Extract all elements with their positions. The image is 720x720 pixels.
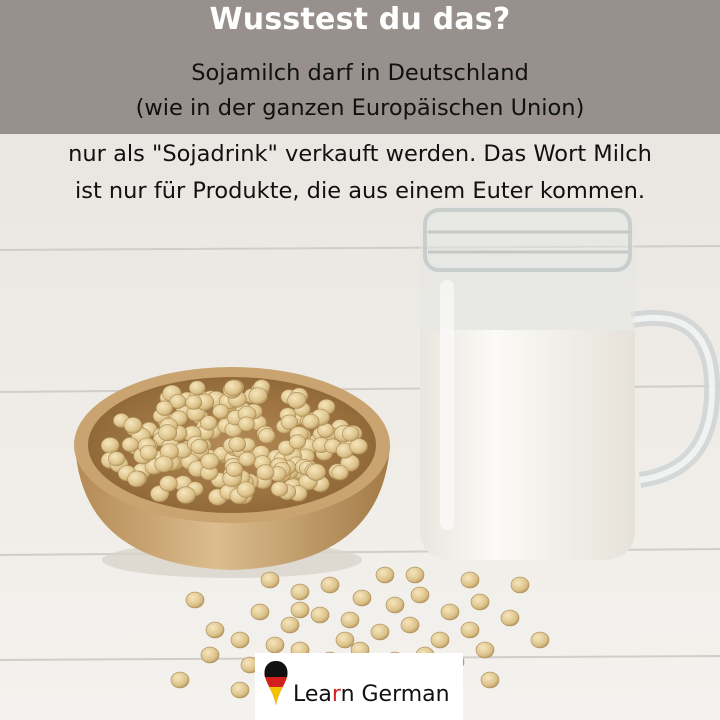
page-title: Wusstest du das? xyxy=(209,2,511,37)
fact-line-1: Sojamilch darf in Deutschland xyxy=(191,60,529,86)
infographic: Wusstest du das? Sojamilch darf in Deuts… xyxy=(0,0,720,720)
learn-german-logo: Learn German xyxy=(255,653,463,720)
fact-line-3: nur als "Sojadrink" verkauft werden. Das… xyxy=(68,141,652,167)
fact-line-2: (wie in der ganzen Europäischen Union) xyxy=(135,95,585,121)
fact-line-4: ist nur für Produkte, die aus einem Eute… xyxy=(74,178,646,204)
logo-text: Learn German xyxy=(293,682,450,707)
german-flag-pin-icon xyxy=(264,661,288,705)
